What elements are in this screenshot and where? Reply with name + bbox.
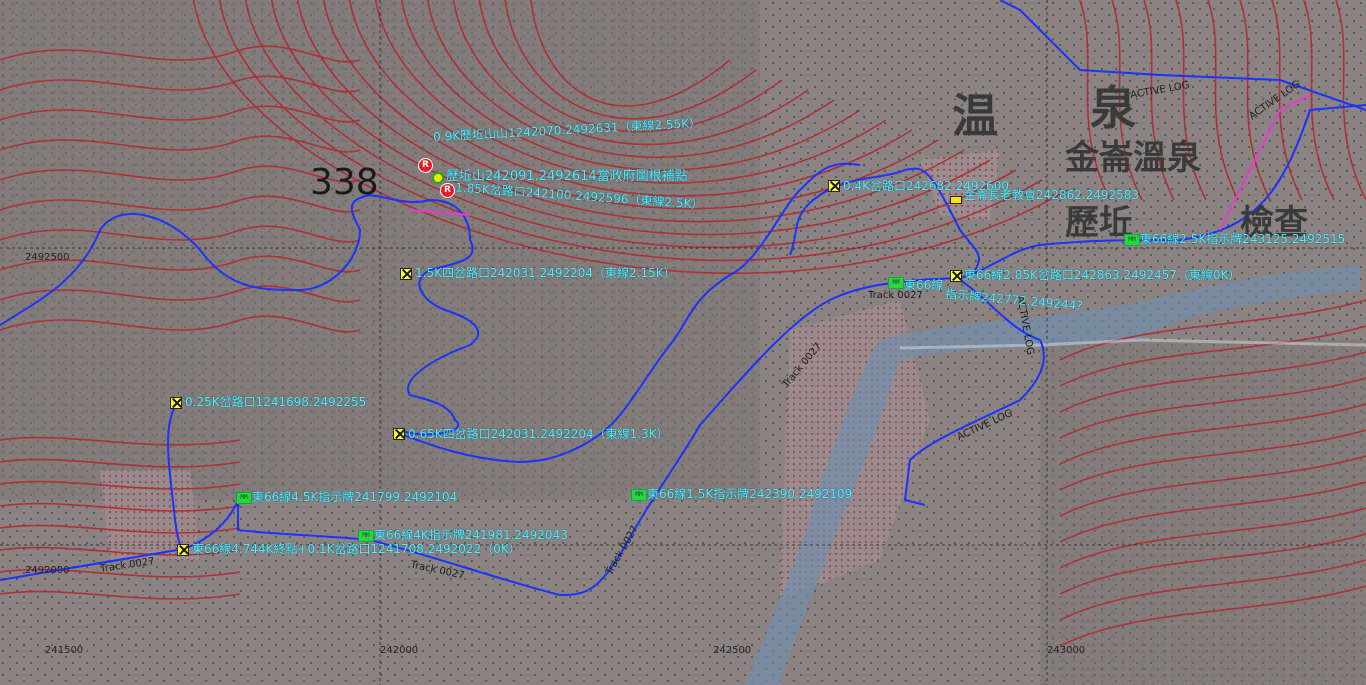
- waypoint-label[interactable]: 東66線2.5K指示牌243125.2492515: [1140, 232, 1345, 246]
- place-name-liqiu: 歷坵: [1065, 203, 1133, 243]
- signpost-mm-icon[interactable]: MM: [888, 277, 904, 289]
- elevation-label: 338: [310, 162, 379, 203]
- waypoint-label[interactable]: 0.25K岔路口1241698.2492255: [185, 395, 366, 409]
- waypoint-label[interactable]: 1.5K四岔路口242031.2492204（東線2.15K）: [415, 266, 676, 280]
- waypoint-label[interactable]: 東66線4.744K終點+0.1K岔路口1241708.2492022（0K）: [192, 542, 521, 556]
- junction-x-icon[interactable]: [400, 268, 412, 280]
- signpost-mm-icon[interactable]: MM: [631, 489, 647, 501]
- summit-icon[interactable]: [432, 172, 444, 184]
- junction-x-icon[interactable]: [950, 270, 962, 282]
- waypoint-label[interactable]: 東66線4K指示牌241981.2492043: [374, 528, 568, 542]
- waypoint-r-icon[interactable]: R: [418, 158, 433, 173]
- waypoint-label[interactable]: 東66線: [904, 278, 943, 292]
- grid-label-y: 2492500: [25, 252, 70, 263]
- waypoint-label[interactable]: 金崙長老教會242862.2492583: [964, 188, 1139, 202]
- waypoint-label[interactable]: 東66線2.85K岔路口242863.2492457（東線0K）: [964, 268, 1240, 282]
- place-name-wen: 温: [952, 89, 998, 143]
- waypoint-label[interactable]: 0.65K四岔路口242031.2492204（東線1.3K）: [408, 427, 669, 441]
- place-name-quan: 泉: [1090, 81, 1136, 135]
- junction-x-icon[interactable]: [177, 544, 189, 556]
- junction-x-icon[interactable]: [393, 428, 405, 440]
- signpost-mm-icon[interactable]: MM: [236, 492, 252, 504]
- waypoint-label[interactable]: 東66線1.5K指示牌242390.2492109: [647, 487, 852, 501]
- waypoint-label[interactable]: 東66線4.5K指示牌241799.2492104: [252, 490, 457, 504]
- waypoint-r-icon[interactable]: R: [440, 183, 455, 198]
- grid-label-y: 2492000: [25, 565, 70, 576]
- signpost-mm-icon[interactable]: MM: [1124, 234, 1140, 246]
- junction-x-icon[interactable]: [828, 180, 840, 192]
- terrain-layer: [0, 0, 1366, 685]
- grid-label-x: 242500: [713, 645, 752, 656]
- topographic-map[interactable]: 温 泉 金崙溫泉 歷坵 檢查 338 241500 242000 242500 …: [0, 0, 1366, 685]
- church-icon[interactable]: [950, 196, 962, 204]
- signpost-mm-icon[interactable]: MM: [358, 530, 374, 542]
- grid-label-x: 242000: [380, 645, 419, 656]
- junction-x-icon[interactable]: [170, 397, 182, 409]
- place-name-jinlun-hot-spring: 金崙溫泉: [1065, 138, 1201, 178]
- grid-label-x: 243000: [1047, 645, 1086, 656]
- grid-label-x: 241500: [45, 645, 84, 656]
